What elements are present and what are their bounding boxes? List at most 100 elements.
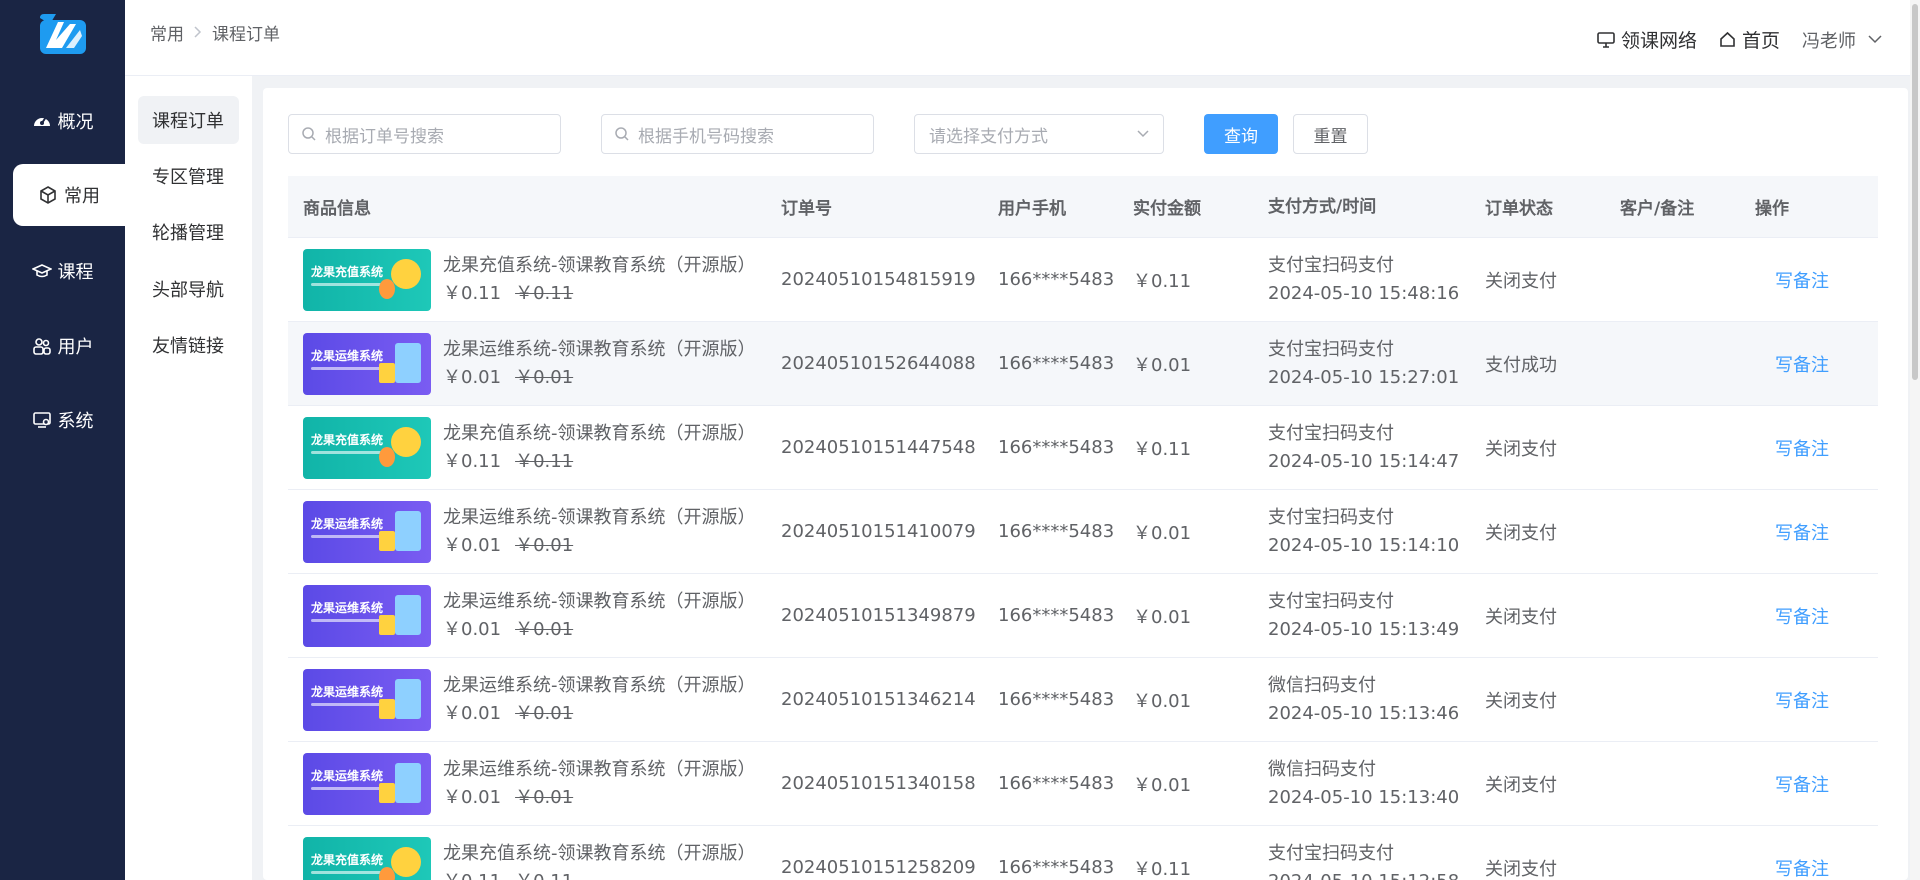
thumbnail-title: 龙果运维系统	[311, 684, 384, 699]
write-remark-link[interactable]: 写备注	[1775, 355, 1829, 376]
goods-cell: 龙果充值系统 龙果充值系统-领课教育系统（开源版） ￥0.11 ￥0.11	[288, 836, 781, 880]
product-name: 龙果运维系统-领课教育系统（开源版）	[443, 338, 756, 360]
original-price: ￥0.01	[515, 618, 574, 640]
original-price: ￥0.01	[515, 786, 574, 808]
site-label: 领课网络	[1620, 30, 1697, 52]
order-status: 关闭支付	[1485, 606, 1557, 628]
product-thumbnail[interactable]: 龙果充值系统	[303, 836, 431, 880]
thumbnail-decoration	[395, 678, 421, 719]
product-price: ￥0.01 ￥0.01	[443, 700, 756, 728]
box-icon	[38, 185, 58, 205]
write-remark-link[interactable]: 写备注	[1775, 859, 1829, 880]
order-status: 关闭支付	[1485, 690, 1557, 712]
nav-item-system[interactable]: 系统	[0, 389, 125, 451]
product-thumbnail[interactable]: 龙果充值系统	[303, 248, 431, 311]
main-sidebar: 概况 常用 课程 用户 系统	[0, 0, 125, 880]
table-header: 商品信息 订单号 用户手机 实付金额 支付方式/时间 订单状态 客户/备注 操作	[288, 176, 1878, 238]
order-number: 20240510151340158	[781, 773, 976, 794]
page-scrollbar[interactable]	[1910, 0, 1920, 880]
order-number-search-input[interactable]: 根据订单号搜索	[288, 114, 561, 154]
table-row: 龙果运维系统 龙果运维系统-领课教育系统（开源版） ￥0.01 ￥0.01 202405…	[288, 574, 1878, 658]
table-row: 龙果运维系统 龙果运维系统-领课教育系统（开源版） ￥0.01 ￥0.01 202405…	[288, 322, 1878, 406]
user-menu[interactable]: 冯老师	[1802, 27, 1882, 53]
query-button[interactable]: 查询	[1204, 114, 1278, 154]
actions-cell: 写备注	[1755, 603, 1878, 629]
graduation-cap-icon	[31, 261, 52, 281]
user-phone: 166****5483	[998, 269, 1115, 290]
pay-method: 支付宝扫码支付	[1268, 338, 1394, 360]
nav-item-course[interactable]: 课程	[0, 240, 125, 302]
thumbnail-subtitle-bar	[311, 450, 381, 454]
nav-item-users[interactable]: 用户	[0, 315, 125, 377]
write-remark-link[interactable]: 写备注	[1775, 691, 1829, 712]
orders-panel: 根据订单号搜索 根据手机号码搜索 请选择支付方式 查询 重置 商品信息 订单号 …	[263, 88, 1908, 880]
pay-method: 微信扫码支付	[1268, 758, 1376, 780]
product-thumbnail[interactable]: 龙果运维系统	[303, 752, 431, 815]
breadcrumb-item-current: 课程订单	[212, 25, 280, 45]
product-price: ￥0.01 ￥0.01	[443, 784, 756, 812]
submenu-item-header-nav[interactable]: 头部导航	[138, 265, 239, 313]
header-actions: 领课网络 首页 冯老师	[1575, 26, 1882, 53]
current-price: ￥0.01	[443, 702, 502, 724]
product-info: 龙果充值系统-领课教育系统（开源版） ￥0.11 ￥0.11	[443, 840, 756, 880]
breadcrumb-item-common[interactable]: 常用	[150, 20, 184, 45]
order-status: 关闭支付	[1485, 438, 1557, 460]
order-status: 关闭支付	[1485, 522, 1557, 544]
write-remark-link[interactable]: 写备注	[1775, 775, 1829, 796]
write-remark-link[interactable]: 写备注	[1775, 439, 1829, 460]
write-remark-link[interactable]: 写备注	[1775, 607, 1829, 628]
current-price: ￥0.01	[443, 534, 502, 556]
thumbnail-decoration	[379, 530, 395, 551]
product-thumbnail[interactable]: 龙果充值系统	[303, 416, 431, 479]
product-thumbnail[interactable]: 龙果运维系统	[303, 500, 431, 563]
site-link[interactable]: 领课网络	[1597, 26, 1697, 53]
pay-method-select[interactable]: 请选择支付方式	[914, 114, 1164, 154]
product-price: ￥0.01 ￥0.01	[443, 364, 756, 392]
product-info: 龙果运维系统-领课教育系统（开源版） ￥0.01 ￥0.01	[443, 588, 756, 644]
user-phone: 166****5483	[998, 857, 1115, 878]
pay-time: 2024-05-10 15:13:49	[1268, 618, 1460, 640]
product-thumbnail[interactable]: 龙果运维系统	[303, 668, 431, 731]
paid-amount: ￥0.01	[1133, 354, 1192, 376]
write-remark-link[interactable]: 写备注	[1775, 523, 1829, 544]
column-header-remark: 客户/备注	[1620, 199, 1695, 219]
paid-amount: ￥0.01	[1133, 774, 1192, 796]
pay-info: 支付宝扫码支付 2024-05-10 15:27:01	[1268, 336, 1485, 392]
logo-icon[interactable]	[36, 10, 90, 58]
submenu-item-friend-links[interactable]: 友情链接	[138, 321, 239, 369]
product-name: 龙果运维系统-领课教育系统（开源版）	[443, 590, 756, 612]
nav-item-common[interactable]: 常用	[13, 164, 125, 226]
order-status: 支付成功	[1485, 354, 1557, 376]
goods-cell: 龙果运维系统 龙果运维系统-领课教育系统（开源版） ￥0.01 ￥0.01	[288, 332, 781, 395]
breadcrumb: 常用 课程订单	[150, 20, 280, 45]
pay-method: 支付宝扫码支付	[1268, 590, 1394, 612]
pay-method-placeholder: 请选择支付方式	[929, 126, 1048, 147]
actions-cell: 写备注	[1755, 687, 1878, 713]
scrollbar-thumb[interactable]	[1912, 4, 1918, 380]
nav-item-overview[interactable]: 概况	[0, 90, 125, 152]
pay-time: 2024-05-10 15:27:01	[1268, 366, 1460, 388]
goods-cell: 龙果充值系统 龙果充值系统-领课教育系统（开源版） ￥0.11 ￥0.11	[288, 248, 781, 311]
nav-label: 系统	[57, 411, 94, 432]
product-thumbnail[interactable]: 龙果运维系统	[303, 332, 431, 395]
column-header-amount: 实付金额	[1133, 199, 1201, 219]
order-number: 20240510151349879	[781, 605, 976, 626]
thumbnail-subtitle-bar	[311, 870, 381, 874]
chevron-down-icon	[1868, 35, 1882, 44]
submenu-item-course-orders[interactable]: 课程订单	[138, 96, 239, 144]
table-row: 龙果充值系统 龙果充值系统-领课教育系统（开源版） ￥0.11 ￥0.11 202405…	[288, 406, 1878, 490]
phone-search-input[interactable]: 根据手机号码搜索	[601, 114, 874, 154]
submenu-item-zone-management[interactable]: 专区管理	[138, 152, 239, 200]
current-price: ￥0.11	[443, 871, 501, 880]
thumbnail-title: 龙果充值系统	[311, 852, 384, 867]
paid-amount: ￥0.01	[1133, 606, 1192, 628]
table-row: 龙果运维系统 龙果运维系统-领课教育系统（开源版） ￥0.01 ￥0.01 202405…	[288, 742, 1878, 826]
write-remark-link[interactable]: 写备注	[1775, 271, 1829, 292]
reset-button[interactable]: 重置	[1293, 114, 1368, 154]
user-name: 冯老师	[1802, 30, 1856, 52]
product-thumbnail[interactable]: 龙果运维系统	[303, 584, 431, 647]
paid-amount: ￥0.01	[1133, 522, 1192, 544]
pay-time: 2024-05-10 15:12:58	[1268, 868, 1485, 880]
submenu-item-carousel-management[interactable]: 轮播管理	[138, 208, 239, 256]
home-link[interactable]: 首页	[1719, 26, 1780, 53]
